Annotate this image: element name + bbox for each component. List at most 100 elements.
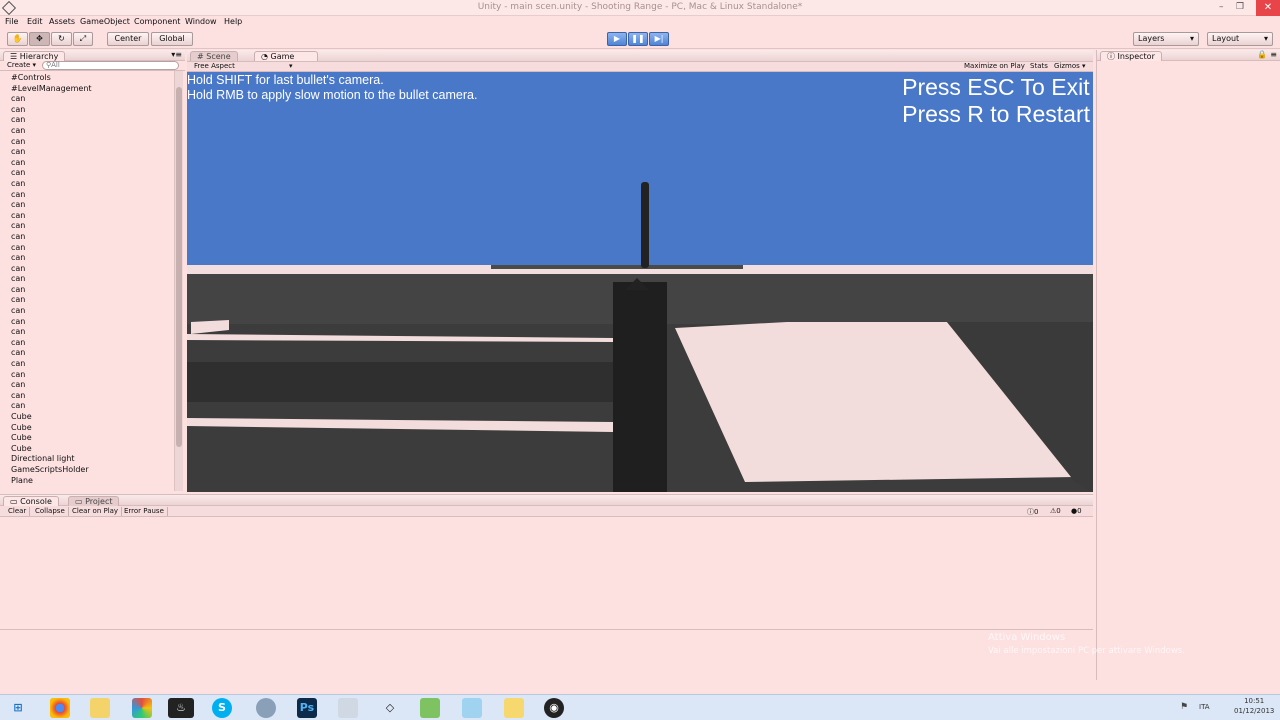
tab-inspector[interactable]: ⓘ Inspector (1100, 51, 1162, 61)
hierarchy-item[interactable]: can (0, 380, 185, 391)
tab-hierarchy[interactable]: ☰ Hierarchy (3, 51, 66, 61)
hierarchy-item[interactable]: can (0, 168, 185, 179)
panel-menu-icon[interactable]: ≡ (1270, 50, 1277, 59)
hierarchy-item[interactable]: can (0, 115, 185, 126)
layers-dropdown[interactable]: Layers ▾ (1133, 32, 1199, 46)
hierarchy-scroll-thumb[interactable] (176, 87, 182, 447)
windows-start-icon[interactable]: ⊞ (8, 698, 28, 718)
hierarchy-item[interactable]: can (0, 401, 185, 412)
hierarchy-item[interactable]: can (0, 137, 185, 148)
tab-scene[interactable]: # Scene (190, 51, 238, 61)
menu-gameobject[interactable]: GameObject (80, 17, 130, 26)
hand-tool-icon[interactable]: ✋ (7, 32, 28, 46)
hierarchy-item[interactable]: can (0, 359, 185, 370)
hierarchy-item[interactable]: #Controls (0, 73, 185, 84)
hierarchy-item[interactable]: can (0, 147, 185, 158)
unity-icon[interactable]: ◇ (380, 698, 400, 718)
info-count-toggle[interactable]: ⓘ0 (1027, 507, 1038, 517)
hierarchy-item[interactable]: can (0, 126, 185, 137)
clear-button[interactable]: Clear (5, 507, 31, 516)
menu-help[interactable]: Help (224, 17, 242, 26)
aspect-dropdown[interactable]: Free Aspect ▾ (194, 62, 294, 70)
minimize-button[interactable]: – (1219, 2, 1224, 12)
hierarchy-item[interactable]: Cube (0, 412, 185, 423)
obs-icon[interactable]: ◉ (544, 698, 564, 718)
layout-dropdown[interactable]: Layout ▾ (1207, 32, 1273, 46)
hierarchy-item[interactable]: can (0, 179, 185, 190)
hierarchy-item[interactable]: can (0, 285, 185, 296)
hierarchy-item[interactable]: Cube (0, 433, 185, 444)
scale-tool-icon[interactable]: ⤢ (73, 32, 93, 46)
pivot-global-toggle[interactable]: Global (151, 32, 193, 46)
spreadsheet-icon[interactable] (420, 698, 440, 718)
menu-window[interactable]: Window (185, 17, 217, 26)
gizmos-dropdown[interactable]: Gizmos ▾ (1054, 62, 1086, 70)
console-log-area[interactable] (0, 517, 1093, 630)
hierarchy-item[interactable]: can (0, 158, 185, 169)
hierarchy-item[interactable]: Cube (0, 444, 185, 455)
menu-assets[interactable]: Assets (49, 17, 75, 26)
game-viewport[interactable]: Hold SHIFT for last bullet's camera. Hol… (187, 72, 1093, 492)
step-button[interactable]: ▶| (649, 32, 669, 46)
hierarchy-item[interactable]: can (0, 94, 185, 105)
hierarchy-item[interactable]: can (0, 232, 185, 243)
hierarchy-item[interactable]: can (0, 391, 185, 402)
hierarchy-item[interactable]: Directional light (0, 454, 185, 465)
warning-count-toggle[interactable]: ⚠0 (1050, 507, 1061, 515)
hierarchy-item[interactable]: can (0, 338, 185, 349)
stats-toggle[interactable]: Stats (1030, 62, 1048, 70)
hierarchy-item[interactable]: can (0, 348, 185, 359)
pause-button[interactable]: ❚❚ (628, 32, 648, 46)
hierarchy-item[interactable]: can (0, 243, 185, 254)
tab-game[interactable]: ◔ Game (254, 51, 318, 61)
maximize-on-play-toggle[interactable]: Maximize on Play (964, 62, 1025, 70)
hierarchy-item[interactable]: can (0, 253, 185, 264)
menu-file[interactable]: File (5, 17, 18, 26)
tab-project[interactable]: ▭ Project (68, 496, 120, 506)
network-app-icon[interactable] (256, 698, 276, 718)
hierarchy-item[interactable]: can (0, 306, 185, 317)
hierarchy-item[interactable]: can (0, 200, 185, 211)
error-count-toggle[interactable]: ●0 (1071, 507, 1082, 515)
hierarchy-item[interactable]: can (0, 317, 185, 328)
maximize-button[interactable]: ❐ (1236, 2, 1244, 12)
hierarchy-scrollbar[interactable] (174, 71, 183, 491)
photoshop-icon[interactable]: Ps (297, 698, 317, 718)
hierarchy-item[interactable]: can (0, 295, 185, 306)
file-explorer-icon[interactable] (90, 698, 110, 718)
hierarchy-item[interactable]: Cube (0, 423, 185, 434)
skype-icon[interactable]: S (212, 698, 232, 718)
hierarchy-item[interactable]: #LevelManagement (0, 84, 185, 95)
panel-menu-icon[interactable]: ▾≡ (171, 50, 182, 59)
collapse-button[interactable]: Collapse (32, 507, 69, 516)
menu-component[interactable]: Component (134, 17, 180, 26)
hierarchy-item[interactable]: can (0, 264, 185, 275)
hierarchy-item[interactable]: can (0, 211, 185, 222)
steam-icon[interactable]: ♨ (168, 698, 194, 718)
clock[interactable]: 10:51 01/12/2013 (1234, 697, 1274, 715)
rotate-tool-icon[interactable]: ↻ (51, 32, 72, 46)
chrome-icon[interactable] (50, 698, 70, 718)
hierarchy-item[interactable]: can (0, 105, 185, 116)
play-button[interactable]: ▶ (607, 32, 627, 46)
cloud-app-icon[interactable] (462, 698, 482, 718)
hierarchy-item[interactable]: can (0, 221, 185, 232)
folder-icon[interactable] (504, 698, 524, 718)
lock-icon[interactable]: 🔒 (1257, 50, 1267, 59)
hierarchy-item[interactable]: can (0, 370, 185, 381)
hierarchy-item[interactable]: can (0, 190, 185, 201)
tray-flag-icon[interactable]: ⚑ (1180, 702, 1188, 712)
notepad-icon[interactable] (338, 698, 358, 718)
error-pause-button[interactable]: Error Pause (121, 507, 168, 516)
hierarchy-item[interactable]: Plane (0, 476, 185, 487)
language-indicator[interactable]: ITA (1199, 703, 1210, 711)
app-launcher-icon[interactable] (132, 698, 152, 718)
create-dropdown[interactable]: Create ▾ (7, 61, 36, 69)
menu-edit[interactable]: Edit (27, 17, 43, 26)
pivot-center-toggle[interactable]: Center (107, 32, 149, 46)
hierarchy-item[interactable]: can (0, 274, 185, 285)
move-tool-icon[interactable]: ✥ (29, 32, 50, 46)
close-button[interactable]: ✕ (1256, 0, 1280, 16)
tab-console[interactable]: ▭ Console (3, 496, 59, 506)
hierarchy-search-input[interactable]: ⚲All (42, 61, 179, 70)
